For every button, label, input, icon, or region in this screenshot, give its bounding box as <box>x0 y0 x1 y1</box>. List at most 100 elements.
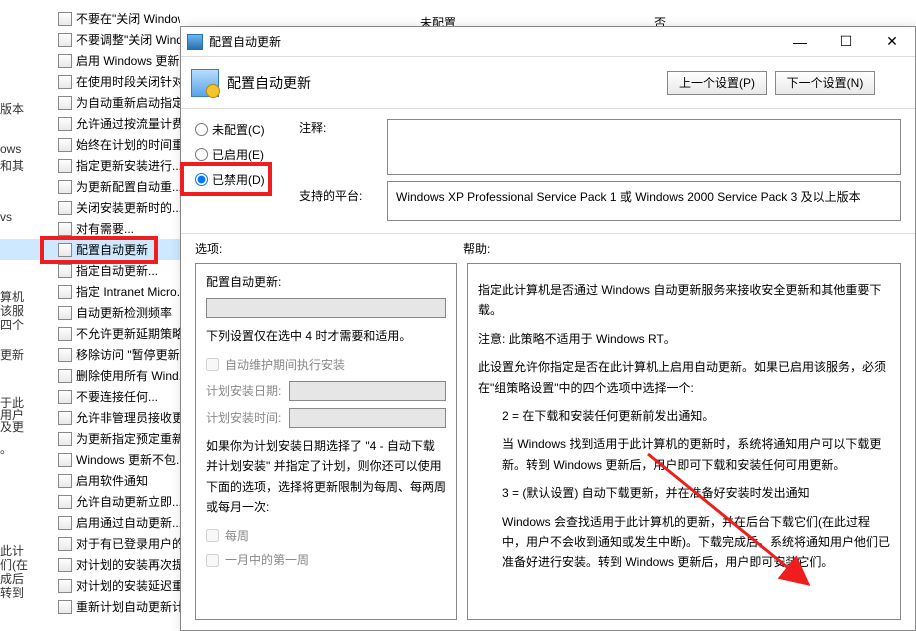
tree-item-label: Windows 更新不包... <box>76 451 180 468</box>
help-p5: 当 Windows 找到适用于此计算机的更新时，系统将通知用户可以下载更新。转到… <box>478 434 890 475</box>
plan-time-label: 计划安装时间: <box>206 408 281 428</box>
policy-item-icon <box>58 222 72 236</box>
radio-disabled[interactable]: 已禁用(D) <box>195 171 291 188</box>
tree-item-label: 允许通过按流量计费... <box>76 115 180 132</box>
dialog-icon <box>187 34 203 50</box>
weekly-checkbox[interactable]: 每周 <box>206 526 446 546</box>
dialog-header: 配置自动更新 上一个设置(P) 下一个设置(N) <box>181 57 915 109</box>
cutoff-text: 及更 <box>0 418 24 435</box>
policy-item-icon <box>58 117 72 131</box>
comment-label: 注释: <box>299 119 379 136</box>
policy-item-icon <box>58 390 72 404</box>
policy-item-icon <box>58 348 72 362</box>
titlebar: 配置自动更新 — ☐ ✕ <box>181 27 915 57</box>
plan-date-label: 计划安装日期: <box>206 381 281 401</box>
help-p6: 3 = (默认设置) 自动下载更新，并在准备好安装时发出通知 <box>478 483 890 503</box>
tree-item-label: 指定 Intranet Micro... <box>76 283 180 300</box>
policy-item-icon <box>58 12 72 26</box>
options-heading: 选项: <box>195 240 463 257</box>
radio-disabled-label: 已禁用(D) <box>212 171 265 188</box>
supported-on-label: 支持的平台: <box>299 181 379 204</box>
tree-item-label: 对计划的安装延迟重... <box>76 577 180 594</box>
tree-item-label: 对于有已登录用户的... <box>76 535 180 552</box>
help-p1: 指定此计算机是否通过 Windows 自动更新服务来接收安全更新和其他重要下载。 <box>478 280 890 321</box>
tree-item-label: 自动更新检测频率 <box>76 304 172 321</box>
policy-item-icon <box>58 537 72 551</box>
radio-enabled-label: 已启用(E) <box>212 146 264 163</box>
policy-item-icon <box>58 495 72 509</box>
auto-maintenance-checkbox[interactable]: 自动维护期间执行安装 <box>206 355 446 375</box>
radio-not-configured[interactable]: 未配置(C) <box>195 121 291 138</box>
comment-textbox[interactable] <box>387 119 901 175</box>
policy-item-icon <box>58 432 72 446</box>
tree-item-label: 配置自动更新 <box>76 241 148 258</box>
policy-item-icon <box>58 285 72 299</box>
supported-on-text: Windows XP Professional Service Pack 1 或… <box>387 181 901 221</box>
cutoff-text: 转到 <box>0 584 24 601</box>
tree-item-label: 允许自动更新立即... <box>76 493 180 510</box>
policy-item-icon <box>58 180 72 194</box>
policy-item-icon <box>58 159 72 173</box>
tree-item-label: 不要调整"关闭 Wind... <box>76 31 180 48</box>
auto-maintenance-label: 自动维护期间执行安装 <box>225 355 345 375</box>
configure-dropdown[interactable] <box>206 298 446 318</box>
weekly-label: 每周 <box>225 526 249 546</box>
policy-item-icon <box>58 54 72 68</box>
tree-item-label: 为更新配置自动重... <box>76 178 180 195</box>
help-p3: 此设置允许你指定是否在此计算机上启用自动更新。如果已启用该服务，必须在"组策略设… <box>478 357 890 398</box>
tree-item-label: 在使用时段关闭针对... <box>76 73 180 90</box>
help-heading: 帮助: <box>463 240 901 257</box>
first-week-label: 一月中的第一周 <box>225 550 309 570</box>
options-pane[interactable]: 配置自动更新: 下列设置仅在选中 4 时才需要和适用。 自动维护期间执行安装 计… <box>195 263 457 620</box>
tree-item-label: 启用软件通知 <box>76 472 148 489</box>
close-button[interactable]: ✕ <box>869 27 915 57</box>
tree-item-label: 始终在计划的时间重... <box>76 136 180 153</box>
policy-item-icon <box>58 474 72 488</box>
plan-time-dropdown[interactable] <box>289 408 446 428</box>
help-p7: Windows 会查找适用于此计算机的更新，并在后台下载它们(在此过程中，用户不… <box>478 512 890 573</box>
policy-item-icon <box>58 33 72 47</box>
cutoff-text: 四个 <box>0 316 24 333</box>
tree-item-label: 不要连接任何... <box>76 388 158 405</box>
minimize-button[interactable]: — <box>777 27 823 57</box>
tree-item-label: 不允许更新延期策略... <box>76 325 180 342</box>
next-setting-label: 下一个设置(N) <box>787 74 864 91</box>
policy-item-icon <box>58 579 72 593</box>
plan-date-dropdown[interactable] <box>289 381 446 401</box>
tree-item-label: 重新计划自动更新计... <box>76 598 180 615</box>
policy-header-title: 配置自动更新 <box>227 73 667 93</box>
cutoff-text: vs <box>0 210 12 224</box>
cutoff-text: 版本 <box>0 100 24 117</box>
tree-item-label: 允许非管理员接收更... <box>76 409 180 426</box>
radio-not-configured-label: 未配置(C) <box>212 121 265 138</box>
next-setting-button[interactable]: 下一个设置(N) <box>775 71 875 95</box>
tree-item-label: 启用通过自动更新... <box>76 514 180 531</box>
policy-item-icon <box>58 138 72 152</box>
radio-enabled[interactable]: 已启用(E) <box>195 146 291 163</box>
policy-item-icon <box>58 306 72 320</box>
first-week-checkbox[interactable]: 一月中的第一周 <box>206 550 446 570</box>
cutoff-text: 。 <box>0 440 12 457</box>
side-cutoff-labels: 版本ows和其vs算机该服四个更新于此用户及更。此计们(在成后转到 <box>0 0 40 631</box>
cutoff-text: ows <box>0 142 21 156</box>
help-pane[interactable]: 指定此计算机是否通过 Windows 自动更新服务来接收安全更新和其他重要下载。… <box>467 263 901 620</box>
tree-item-label: 删除使用所有 Wind... <box>76 367 180 384</box>
tree-item-label: 指定更新安装进行... <box>76 157 180 174</box>
cutoff-text: 更新 <box>0 346 24 363</box>
options-configure-label: 配置自动更新: <box>206 272 446 292</box>
tree-item-label: 移除访问 "暂停更新... <box>76 346 180 363</box>
plan-paragraph: 如果你为计划安装日期选择了 "4 - 自动下载并计划安装" 并指定了计划，则你还… <box>206 436 446 518</box>
policy-item-icon <box>58 96 72 110</box>
policy-item-icon <box>58 453 72 467</box>
policy-item-icon <box>58 411 72 425</box>
cutoff-text: 和其 <box>0 157 24 174</box>
policy-item-icon <box>58 516 72 530</box>
maximize-button[interactable]: ☐ <box>823 27 869 57</box>
policy-item-icon <box>58 558 72 572</box>
policy-item-icon <box>58 201 72 215</box>
policy-item-icon <box>58 327 72 341</box>
prev-setting-button[interactable]: 上一个设置(P) <box>667 71 767 95</box>
policy-item-icon <box>58 369 72 383</box>
tree-item-label: 指定自动更新... <box>76 262 158 279</box>
options-note: 下列设置仅在选中 4 时才需要和适用。 <box>206 326 446 346</box>
